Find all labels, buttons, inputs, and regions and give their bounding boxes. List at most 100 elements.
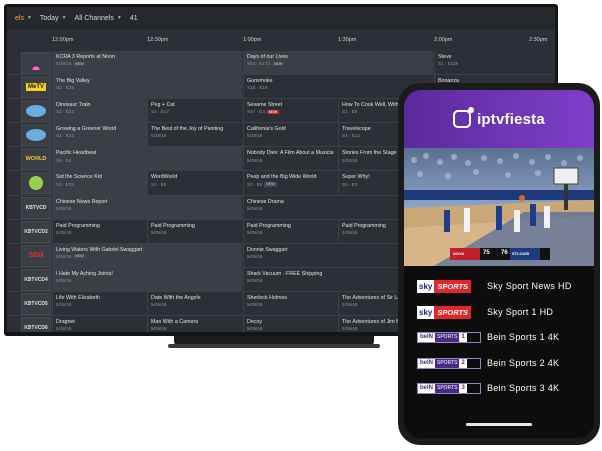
- channel-count: 41: [130, 15, 138, 22]
- program-title: Gunsmoke: [247, 78, 273, 85]
- program-subtitle: S1 · E33: [56, 182, 144, 188]
- program-title: Donnie Swaggart: [247, 246, 288, 253]
- program-cell[interactable]: Pacific Heartbeat S6 · E4: [52, 147, 242, 172]
- stage: { "tv": { "toolbar": { "filter_partial":…: [0, 0, 602, 451]
- bein-sports-logo-icon: beIN SPORTS 2: [417, 358, 481, 371]
- program-cell[interactable]: Sherlock Holmes 5/29/18: [243, 291, 338, 316]
- logo-text: sky: [417, 305, 435, 319]
- program-cell[interactable]: Peg + Cat S2 · E17: [147, 99, 243, 124]
- program-title: Nobody Dies: A Film About a Musicia: [247, 150, 334, 157]
- program-cell[interactable]: Life With Elizabeth 5/29/18: [52, 291, 147, 316]
- program-title: WordWorld: [151, 174, 178, 181]
- channel-logo[interactable]: MeTV: [21, 76, 51, 99]
- channel-name: Bein Sports 2 4K: [487, 358, 560, 368]
- program-meta: 5/26/18: [342, 157, 358, 163]
- program-cell[interactable]: Nobody Dies: A Film About a Musicia 5/29/…: [243, 147, 338, 172]
- program-meta: 5/29/18: [247, 205, 263, 211]
- channels-label: All Channels: [74, 14, 114, 22]
- program-subtitle: S6 · E4: [56, 158, 239, 164]
- program-cell[interactable]: The Big Valley S2 · E25: [52, 75, 242, 100]
- channel-logo[interactable]: KBTVCD4: [21, 268, 51, 291]
- program-title: Paid Programming: [247, 222, 291, 229]
- channel-name: KBTVCD: [25, 204, 47, 211]
- channel-logo[interactable]: KBTVCD: [21, 196, 51, 219]
- program-cell[interactable]: Dragnet 5/29/18: [52, 316, 147, 332]
- logo-text: beIN: [418, 359, 436, 368]
- program-cell[interactable]: Peep and the Big Wide World S3 · E6 NEW: [243, 171, 338, 196]
- program-cell[interactable]: Paid Programming 5/29/18: [243, 219, 338, 244]
- program-title: Days of our Lives: [247, 54, 288, 60]
- program-cell[interactable]: Paid Programming 5/29/18: [147, 219, 243, 244]
- program-cell[interactable]: Dinosaur Train S2 · E22: [52, 99, 147, 124]
- logo-number: 3: [459, 384, 467, 393]
- program-subtitle: 5/29/18 NEW: [56, 61, 239, 67]
- program-title: Pacific Heartbeat: [56, 150, 97, 157]
- channel-logo[interactable]: [21, 172, 51, 195]
- program-cell[interactable]: California's Gold 5/29/18: [243, 123, 338, 148]
- program-meta: S1 · E8: [342, 109, 358, 115]
- program-title: Peep and the Big Wide World: [247, 174, 317, 181]
- time-slot-label: 1:30pm: [338, 37, 357, 43]
- logo-text: beIN: [418, 384, 436, 393]
- channel-list-item[interactable]: beIN SPORTS 2 Bein Sports 2 4K: [404, 352, 594, 374]
- channel-name: Bein Sports 1 4K: [487, 332, 560, 342]
- program-cell[interactable]: Sesame Street S47 · E4 NEW: [243, 99, 338, 124]
- program-subtitle: 5/29/18: [247, 133, 335, 139]
- channel-list-item[interactable]: beIN SPORTS 3 Bein Sports 3 4K: [404, 377, 594, 399]
- program-subtitle: 5/29/18: [151, 133, 240, 139]
- channel-name: Sky Sport 1 HD: [487, 307, 554, 317]
- program-cell[interactable]: Man With a Camera 5/29/18: [147, 316, 243, 332]
- program-cell[interactable]: The Best of the Joy of Painting 5/29/18: [147, 123, 243, 148]
- program-title: Life With Elizabeth: [56, 294, 100, 301]
- program-cell[interactable]: Sid the Science Kid S1 · E33: [52, 171, 147, 196]
- bein-sports-logo-icon: beIN SPORTS 1: [417, 332, 481, 345]
- channel-logo[interactable]: [21, 124, 51, 147]
- program-cell[interactable]: Chinese News Report 5/29/18: [52, 195, 242, 220]
- channel-logo[interactable]: KBTVCD2: [21, 220, 51, 243]
- channel-list-item[interactable]: beIN SPORTS 1 Bein Sports 1 4K: [404, 326, 594, 348]
- channel-logo[interactable]: KBTVCD5: [21, 292, 51, 315]
- program-title: The Big Valley: [56, 78, 90, 85]
- program-meta: S18 · E19: [247, 85, 268, 91]
- program-cell[interactable]: Growing a Greener World S1 · E12: [52, 123, 147, 148]
- channel-list-item[interactable]: sky SPORTS Sky Sport News HD: [404, 275, 594, 297]
- chevron-down-icon: ▼: [61, 15, 67, 21]
- logo-text: SPORTS: [435, 333, 460, 342]
- program-cell[interactable]: WordWorld S2 · E6: [147, 171, 243, 196]
- day-dropdown[interactable]: Today ▼: [40, 15, 67, 22]
- program-subtitle: 5/29/18: [247, 326, 335, 332]
- channel-name: KBTVCD2: [24, 228, 48, 235]
- channels-dropdown[interactable]: All Channels ▼: [75, 15, 122, 22]
- channel-logo[interactable]: SBN: [21, 244, 51, 267]
- filter-dropdown[interactable]: els ▼: [15, 15, 32, 22]
- program-cell[interactable]: Paid Programming 5/29/18: [52, 219, 147, 244]
- program-meta: 5/29/18: [56, 253, 72, 259]
- program-meta: 5/29/18: [151, 302, 167, 308]
- channel-logo[interactable]: [21, 100, 51, 123]
- scoreboard: NOVA 75 STLOUIS 76: [451, 249, 551, 259]
- program-subtitle: 5/29/18: [151, 326, 240, 332]
- program-cell[interactable]: KCRA 3 Reports at Noon 5/29/18 NEW: [52, 51, 242, 75]
- logo-text: SPORTS: [435, 384, 460, 393]
- program-meta: S2 · E22: [56, 109, 74, 115]
- program-subtitle: S47 · E4 NEW: [247, 109, 335, 115]
- program-cell[interactable]: Days of our Lives S53 · E173 NEW: [243, 51, 433, 75]
- channel-list-item[interactable]: sky SPORTS Sky Sport 1 HD: [404, 301, 594, 323]
- program-meta: 5/29/18: [247, 253, 263, 259]
- program-cell[interactable]: Decoy 5/29/18: [243, 316, 338, 332]
- channel-list: sky SPORTS Sky Sport News HD sky SPORTS Sky S…: [404, 266, 594, 438]
- channel-name: KBTVCD5: [24, 300, 48, 307]
- channel-logo[interactable]: [21, 52, 51, 74]
- program-cell[interactable]: Living Waters With Gabriel Swaggart 5/29/…: [52, 243, 242, 268]
- program-cell[interactable]: Date With the Angels 5/29/18: [147, 291, 243, 316]
- bein-sports-logo-icon: beIN SPORTS 3: [417, 383, 481, 396]
- program-title: California's Gold: [247, 126, 286, 133]
- channel-logo[interactable]: WORLD: [21, 148, 51, 171]
- program-meta: S2 · E17: [151, 109, 169, 115]
- video-player[interactable]: NOVA 75 STLOUIS 76: [404, 148, 594, 266]
- channel-name: KBTVCD6: [24, 325, 48, 332]
- program-meta: 5/29/18: [151, 326, 167, 332]
- program-cell[interactable]: Steve S1 · E119: [434, 51, 555, 75]
- program-cell[interactable]: I Hate My Aching Joints! 5/29/18: [52, 267, 242, 292]
- channel-logo[interactable]: KBTVCD6: [21, 317, 51, 332]
